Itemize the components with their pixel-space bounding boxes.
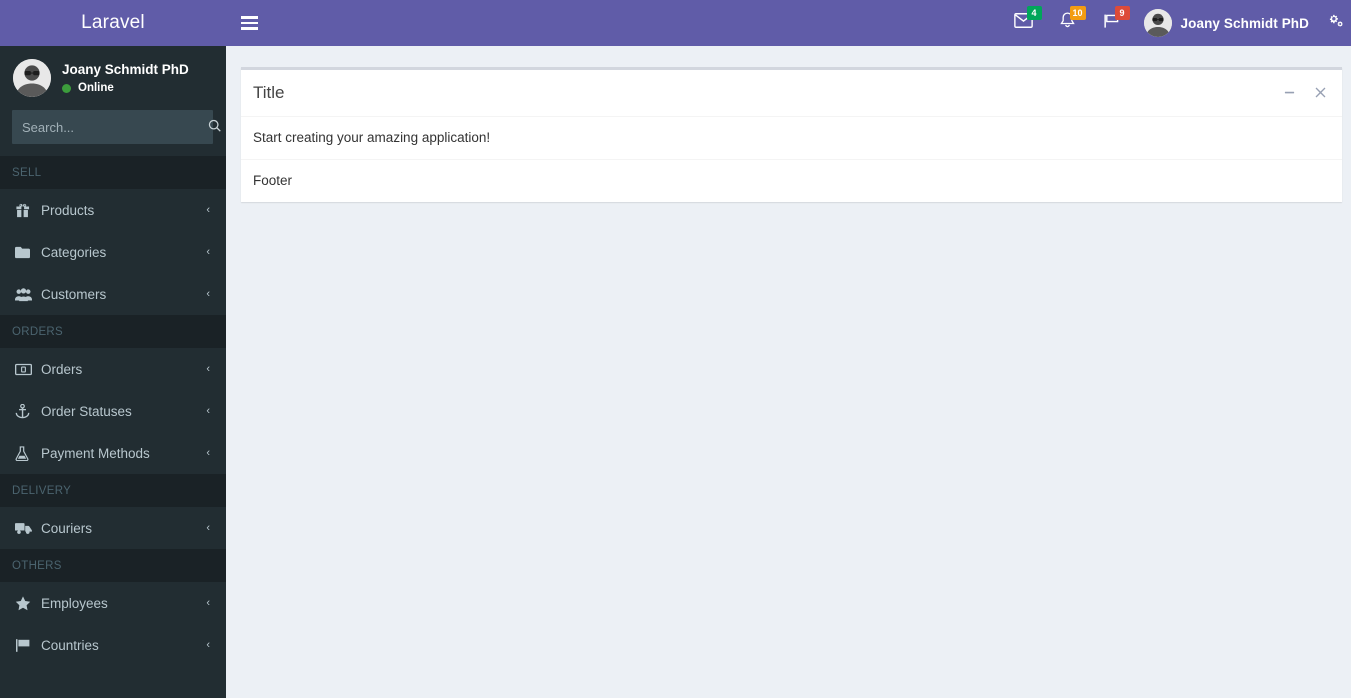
flag-icon (15, 638, 41, 653)
money-bill-icon (15, 363, 41, 376)
sidebar-item-categories[interactable]: Categories ‹ (0, 231, 226, 273)
sidebar: Laravel Joany Schmidt PhD Online Search.… (0, 0, 226, 698)
sidebar-user-name: Joany Schmidt PhD (62, 62, 189, 77)
notifications-badge: 10 (1069, 6, 1086, 20)
sidebar-item-customers[interactable]: Customers ‹ (0, 273, 226, 315)
chevron-left-icon: ‹ (206, 597, 210, 609)
sidebar-item-label: Employees (41, 595, 108, 611)
navbar-avatar (1143, 9, 1172, 37)
chevron-left-icon: ‹ (206, 405, 210, 417)
chevron-left-icon: ‹ (206, 363, 210, 375)
sidebar-avatar (13, 59, 51, 97)
sidebar-user-info: Joany Schmidt PhD Online (62, 62, 189, 94)
collapse-button[interactable] (1278, 82, 1300, 104)
tasks-button[interactable]: 9 (1090, 0, 1134, 46)
user-menu-button[interactable]: Joany Schmidt PhD (1134, 0, 1321, 46)
sidebar-item-label: Payment Methods (41, 445, 150, 461)
sidebar-item-payment-methods[interactable]: Payment Methods ‹ (0, 432, 226, 474)
sidebar-item-products[interactable]: Products ‹ (0, 189, 226, 231)
times-icon (1315, 86, 1326, 101)
hamburger-bar (240, 27, 258, 30)
sidebar-item-label: Customers (41, 286, 107, 302)
card-title: Title (253, 83, 285, 102)
sidebar-item-label: Couriers (41, 520, 93, 536)
chevron-left-icon: ‹ (206, 288, 210, 300)
sidebar-user-status-label: Online (78, 82, 114, 94)
chevron-left-icon: ‹ (206, 447, 210, 459)
chevron-left-icon: ‹ (206, 522, 210, 534)
sidebar-toggle-button[interactable] (226, 0, 272, 46)
flask-icon (15, 445, 41, 461)
chevron-left-icon: ‹ (206, 204, 210, 216)
sidebar-item-order-statuses[interactable]: Order Statuses ‹ (0, 390, 226, 432)
menu-header-sell: SELL (0, 156, 226, 189)
top-navbar: 4 10 9 Joany Schmidt PhD (226, 0, 1351, 46)
sidebar-item-label: Categories (41, 244, 107, 260)
sidebar-item-label: Countries (41, 637, 99, 653)
brand-logo-text: Laravel (81, 12, 145, 33)
messages-badge: 4 (1026, 6, 1042, 20)
truck-icon (15, 522, 41, 535)
control-sidebar-button[interactable] (1321, 0, 1351, 46)
users-icon (15, 287, 41, 302)
navbar-user-name: Joany Schmidt PhD (1180, 15, 1309, 31)
chevron-left-icon: ‹ (206, 639, 210, 651)
tasks-badge: 9 (1114, 6, 1130, 20)
sidebar-item-label: Order Statuses (41, 403, 132, 419)
close-button[interactable] (1309, 82, 1331, 104)
folder-icon (15, 245, 41, 260)
gift-icon (15, 203, 41, 218)
card-footer: Footer (241, 160, 1342, 202)
menu-header-delivery: DELIVERY (0, 474, 226, 507)
menu-header-orders: ORDERS (0, 315, 226, 348)
sidebar-user-panel: Joany Schmidt PhD Online (0, 46, 226, 110)
sidebar-user-status: Online (62, 82, 189, 94)
card-header: Title (241, 70, 1342, 117)
sidebar-item-countries[interactable]: Countries ‹ (0, 624, 226, 666)
messages-button[interactable]: 4 (1002, 0, 1046, 46)
navbar-right-menu: 4 10 9 Joany Schmidt PhD (1002, 0, 1351, 46)
search-input[interactable] (12, 119, 208, 135)
search-icon (208, 119, 222, 136)
sidebar-menu: SELL Products ‹ Categories ‹ Customers ‹… (0, 156, 226, 666)
card-tools (1278, 82, 1331, 104)
star-icon (15, 595, 41, 611)
content-wrapper: Title Start creating your amazing applic… (226, 46, 1351, 698)
card-body: Start creating your amazing application! (241, 117, 1342, 160)
hamburger-bar (240, 16, 258, 19)
minus-icon (1284, 86, 1295, 101)
hamburger-bar (240, 21, 258, 25)
menu-header-others: OTHERS (0, 549, 226, 582)
sidebar-item-label: Products (41, 202, 95, 218)
cogs-icon (1328, 13, 1345, 34)
sidebar-item-label: Orders (41, 361, 83, 377)
chevron-left-icon: ‹ (206, 246, 210, 258)
notifications-button[interactable]: 10 (1046, 0, 1090, 46)
content-card: Title Start creating your amazing applic… (241, 67, 1342, 202)
search-button[interactable] (208, 110, 222, 144)
sidebar-item-orders[interactable]: Orders ‹ (0, 348, 226, 390)
online-status-dot (62, 83, 71, 93)
sidebar-item-employees[interactable]: Employees ‹ (0, 582, 226, 624)
anchor-icon (15, 403, 41, 419)
brand-logo[interactable]: Laravel (0, 0, 226, 46)
sidebar-item-couriers[interactable]: Couriers ‹ (0, 507, 226, 549)
sidebar-search-form (12, 110, 221, 144)
